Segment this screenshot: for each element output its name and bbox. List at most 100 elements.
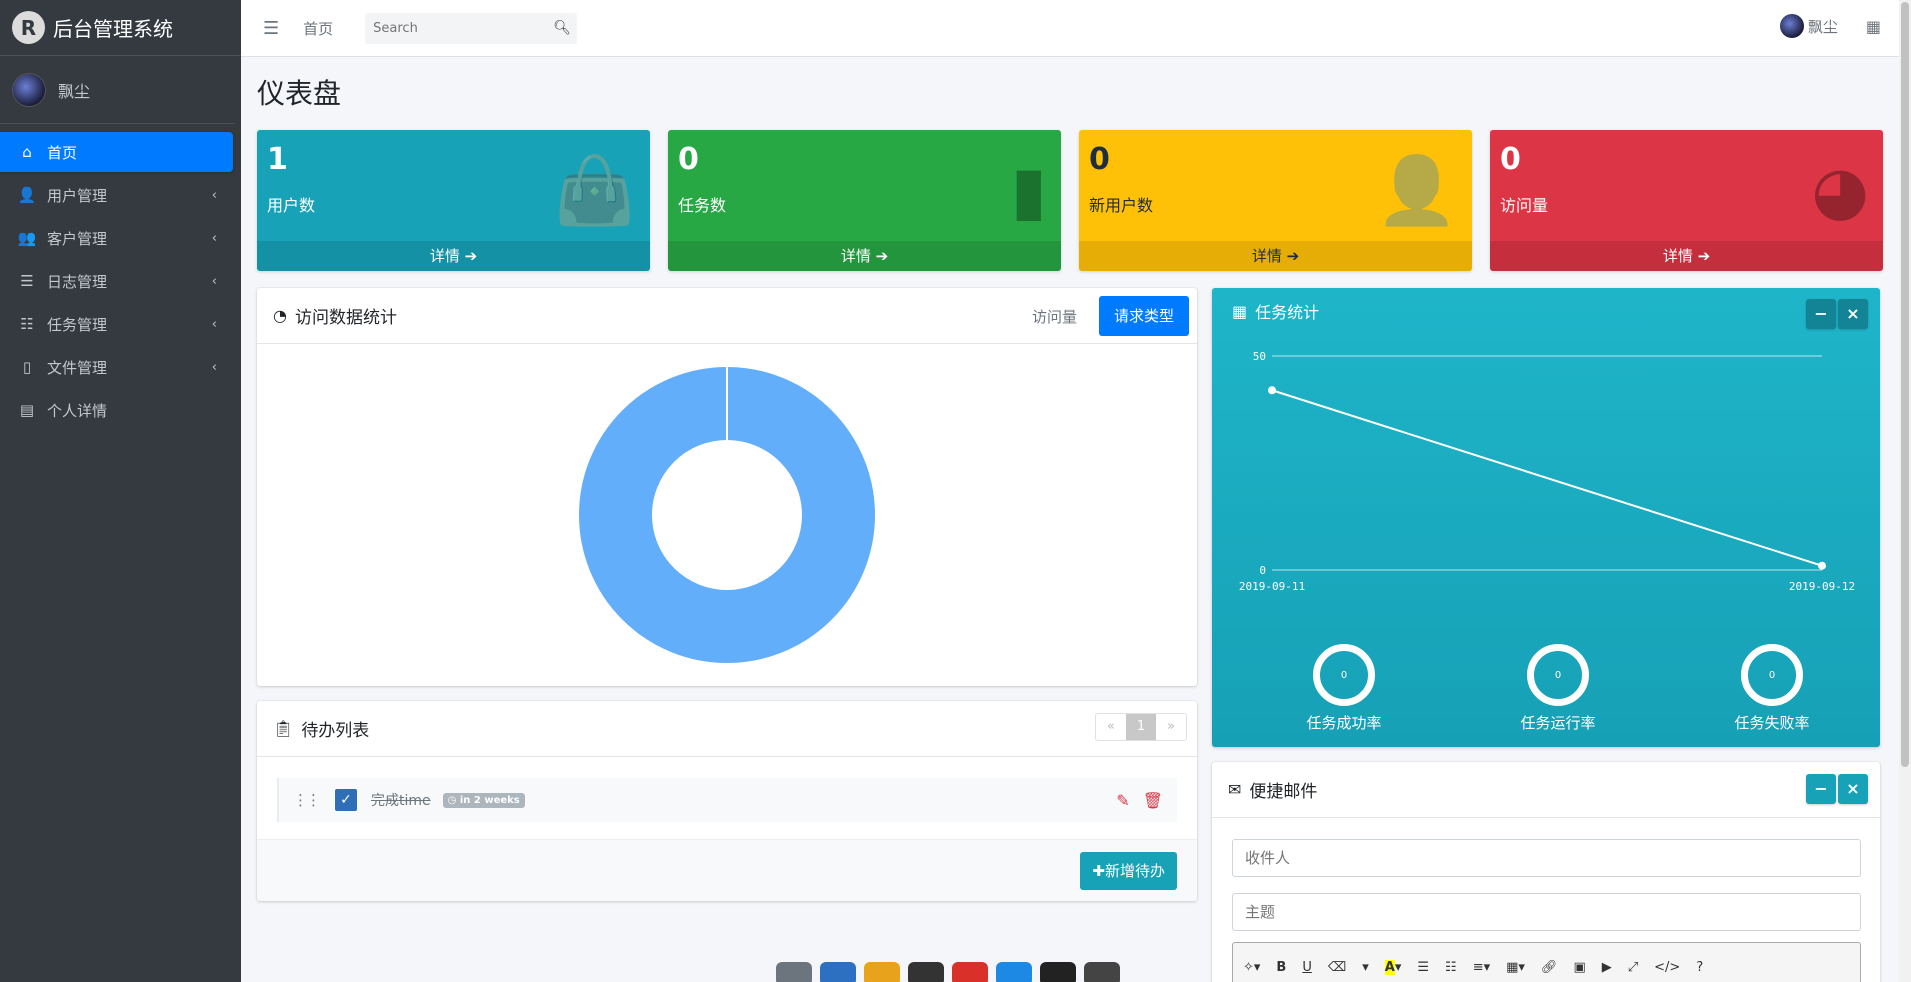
search-input[interactable] bbox=[365, 12, 548, 44]
edit-icon[interactable]: ✎ bbox=[1116, 791, 1129, 810]
magic-icon[interactable]: ✧▾ bbox=[1243, 960, 1260, 975]
apps-grid-icon[interactable]: ▦ bbox=[1866, 17, 1881, 36]
stat-details-link[interactable]: 详情 ➔ bbox=[668, 241, 1061, 271]
sidebar-item-1[interactable]: 👤 用户管理 ‹ bbox=[0, 175, 233, 215]
dock-ide-icon[interactable] bbox=[1040, 962, 1076, 982]
data-point[interactable] bbox=[1268, 386, 1276, 395]
dock-settings-icon[interactable] bbox=[1084, 962, 1120, 982]
todo-checkbox[interactable]: ✓ bbox=[335, 789, 357, 811]
sidebar-item-0[interactable]: ⌂ 首页 bbox=[0, 132, 233, 172]
image-icon[interactable]: ▣ bbox=[1573, 960, 1585, 975]
home-icon: ⌂ bbox=[22, 143, 32, 161]
tab-visits[interactable]: 访问量 bbox=[1032, 306, 1077, 327]
data-point[interactable] bbox=[1818, 561, 1826, 570]
recipient-field[interactable] bbox=[1232, 839, 1861, 877]
scroll-thumb[interactable] bbox=[1901, 2, 1909, 767]
add-todo-button[interactable]: ✚新增待办 bbox=[1080, 852, 1177, 890]
sidebar-item-label: 日志管理 bbox=[47, 272, 108, 291]
sidebar-item-6[interactable]: ▤ 个人详情 bbox=[0, 390, 233, 430]
dock-browser-icon[interactable] bbox=[864, 962, 900, 982]
mail-card-title: 便捷邮件 bbox=[1249, 782, 1318, 802]
fullscreen-icon[interactable]: ⤢ bbox=[1628, 960, 1638, 975]
knob-dial[interactable]: 0 bbox=[1527, 644, 1589, 706]
sidebar-item-4[interactable]: ☷ 任务管理 ‹ bbox=[0, 304, 233, 344]
stat-box-0: 1 用户数 👜 详情 ➔ bbox=[257, 130, 650, 271]
font-color-icon[interactable]: A▾ bbox=[1384, 960, 1401, 975]
link-icon[interactable]: 🔗︎ bbox=[1541, 960, 1558, 975]
pager-prev[interactable]: « bbox=[1096, 714, 1126, 740]
user-panel[interactable]: 飘尘 bbox=[0, 56, 234, 124]
mail-close-button[interactable]: × bbox=[1838, 774, 1868, 804]
drag-handle-icon[interactable]: ⋮⋮ bbox=[293, 791, 321, 809]
x-tick-label: 2019-09-11 bbox=[1239, 580, 1305, 593]
mail-card-header: ✉ 便捷邮件 − × bbox=[1212, 762, 1880, 818]
sidebar-item-5[interactable]: ▯ 文件管理 ‹ bbox=[0, 347, 233, 387]
x-tick-label: 2019-09-12 bbox=[1789, 580, 1855, 593]
dock-files-icon[interactable] bbox=[820, 962, 856, 982]
tab-request-type[interactable]: 请求类型 bbox=[1098, 296, 1189, 336]
sidebar-item-3[interactable]: ☰ 日志管理 ‹ bbox=[0, 261, 233, 301]
help-icon[interactable]: ? bbox=[1696, 960, 1703, 975]
chevron-left-icon: ‹ bbox=[211, 273, 217, 289]
sidebar-user-name: 飘尘 bbox=[58, 81, 91, 101]
eraser-icon[interactable]: ⌫ bbox=[1328, 960, 1346, 975]
tasks-icon: ☷ bbox=[20, 315, 34, 333]
chevron-left-icon: ‹ bbox=[211, 359, 217, 375]
video-icon[interactable]: ▶ bbox=[1602, 960, 1612, 975]
todo-card-title: 待办列表 bbox=[301, 721, 370, 741]
page-title: 仪表盘 bbox=[257, 77, 342, 110]
stat-box-3: 0 访问量 ◕ 详情 ➔ bbox=[1490, 130, 1883, 271]
topbar: ☰ 首页 🔍︎ 飘尘 ▦ bbox=[241, 0, 1899, 57]
trash-icon[interactable]: 🗑︎ bbox=[1143, 791, 1163, 810]
sidebar-item-2[interactable]: 👥 客户管理 ‹ bbox=[0, 218, 233, 258]
os-dock bbox=[776, 962, 1128, 982]
subject-field[interactable] bbox=[1232, 893, 1861, 931]
close-button[interactable]: × bbox=[1838, 299, 1868, 329]
envelope-icon: ✉ bbox=[1228, 780, 1242, 799]
pager-page[interactable]: 1 bbox=[1126, 714, 1156, 740]
collapse-button[interactable]: − bbox=[1806, 299, 1836, 329]
underline-icon[interactable]: U bbox=[1302, 960, 1312, 975]
top-user-name[interactable]: 飘尘 bbox=[1808, 16, 1838, 37]
page-scrollbar[interactable] bbox=[1899, 0, 1911, 982]
brand-link[interactable]: R 后台管理系统 bbox=[0, 0, 241, 56]
stat-details-link[interactable]: 详情 ➔ bbox=[1079, 241, 1472, 271]
code-icon[interactable]: </> bbox=[1654, 960, 1680, 975]
menu-toggle-icon[interactable]: ☰ bbox=[263, 18, 279, 39]
pager-next[interactable]: » bbox=[1156, 714, 1186, 740]
stat-label: 任务数 bbox=[678, 196, 727, 215]
table-icon[interactable]: ▦▾ bbox=[1506, 960, 1525, 975]
dock-chat-icon[interactable] bbox=[996, 962, 1032, 982]
bold-icon[interactable]: B bbox=[1276, 960, 1286, 975]
clipboard-icon: 📋︎ bbox=[273, 719, 294, 738]
line-chart: 0 50 2019-09-11 2019-09-12 bbox=[1239, 350, 1855, 593]
visit-card-header: ◔ 访问数据统计 访问量 请求类型 bbox=[257, 288, 1197, 344]
sidebar-item-label: 个人详情 bbox=[47, 401, 108, 420]
stat-details-link[interactable]: 详情 ➔ bbox=[257, 241, 650, 271]
align-icon[interactable]: ≡▾ bbox=[1473, 960, 1490, 975]
search-icon[interactable]: 🔍︎ bbox=[547, 20, 577, 36]
knob-dial[interactable]: 0 bbox=[1741, 644, 1803, 706]
stat-value: 1 bbox=[267, 142, 288, 177]
dock-wps-icon[interactable] bbox=[952, 962, 988, 982]
todo-text: 完成time bbox=[371, 793, 431, 809]
numbered-list-icon[interactable]: ☷ bbox=[1445, 960, 1457, 975]
dock-terminal-icon[interactable] bbox=[908, 962, 944, 982]
font-size-icon[interactable]: ▾ bbox=[1362, 960, 1369, 975]
stat-details-link[interactable]: 详情 ➔ bbox=[1490, 241, 1883, 271]
top-home-link[interactable]: 首页 bbox=[303, 18, 333, 39]
knob-0: 0 任务成功率 bbox=[1279, 644, 1409, 733]
sidebar: R 后台管理系统 飘尘 ⌂ 首页 👤 用户管理 ‹ 👥 客户管理 ‹ ☰ 日志管理 ‹ ☷ 任务管理 ‹ ▯… bbox=[0, 0, 241, 982]
editor-toolbar: ✧▾ B U ⌫ ▾ A▾ ☰ ☷ ≡▾ ▦▾ 🔗︎ ▣ ▶ ⤢ </> ? bbox=[1232, 942, 1861, 982]
stat-value: 0 bbox=[1089, 142, 1110, 177]
dock-app-icon[interactable] bbox=[776, 962, 812, 982]
todo-card: 📋︎ 待办列表 « 1 » ⋮⋮ ✓ 完成time ◷ in 2 weeks ✎… bbox=[257, 701, 1197, 901]
mail-collapse-button[interactable]: − bbox=[1806, 774, 1836, 804]
knob-dial[interactable]: 0 bbox=[1313, 644, 1375, 706]
bullet-list-icon[interactable]: ☰ bbox=[1417, 960, 1429, 975]
sidebar-item-label: 任务管理 bbox=[47, 315, 108, 334]
top-avatar[interactable] bbox=[1779, 14, 1804, 38]
sidebar-item-label: 文件管理 bbox=[47, 358, 108, 377]
todo-pager: « 1 » bbox=[1095, 713, 1187, 741]
knob-1: 0 任务运行率 bbox=[1493, 644, 1623, 733]
